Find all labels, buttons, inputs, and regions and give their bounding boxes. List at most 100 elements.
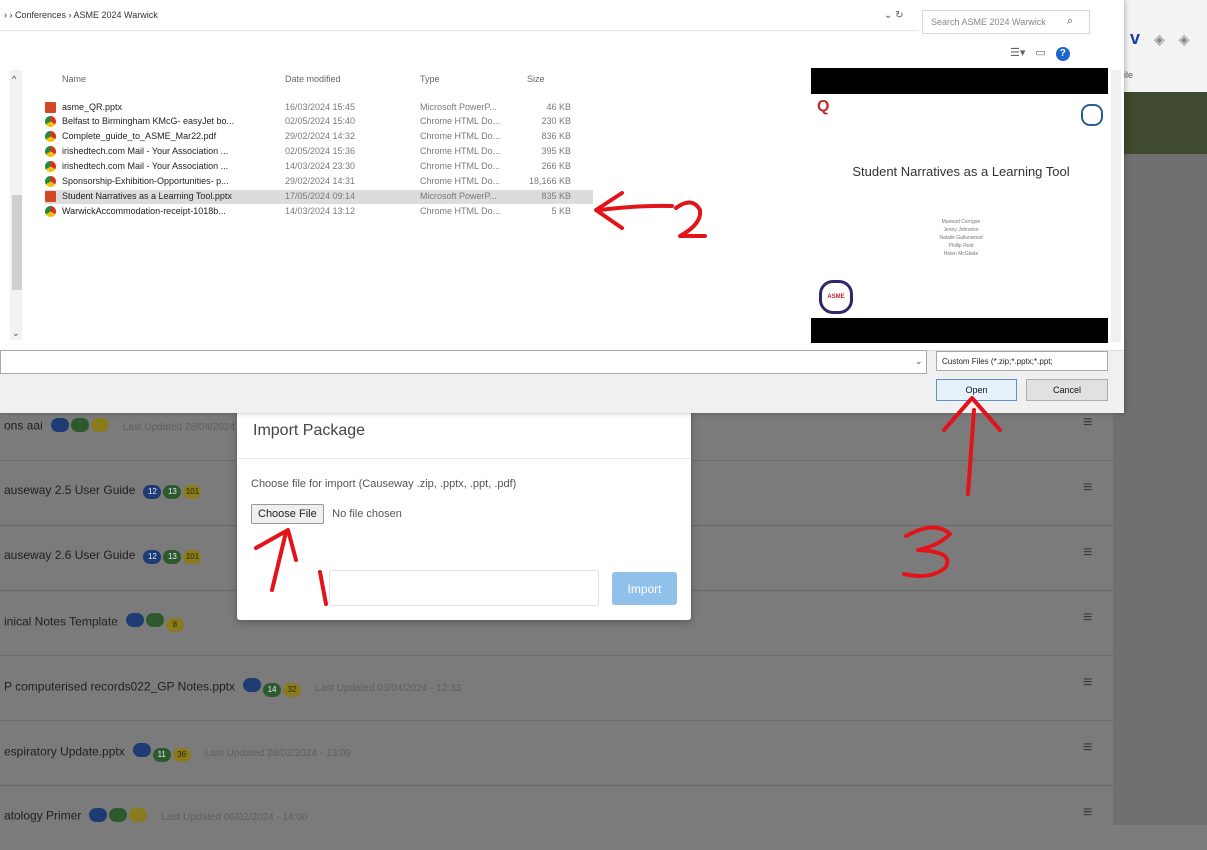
package-title[interactable]: P computerised records022_GP Notes.pptx [4,680,235,694]
modal-title: Import Package [253,422,366,439]
file-row[interactable]: asme_QR.pptx 16/03/2024 15:45 Microsoft Po… [45,101,593,115]
row-menu-icon[interactable]: ≡ [1083,544,1092,562]
extension-icon-2[interactable]: ◈ [1179,31,1190,47]
package-title[interactable]: auseway 2.5 User Guide [4,483,135,497]
file-row[interactable]: Student Narratives as a Learning Tool.pp… [45,190,593,204]
help-icon[interactable]: ? [1055,47,1070,61]
count-badge: 13 [163,485,182,499]
view-options-icon[interactable]: ☰▾ [1010,47,1025,59]
count-badge: 14 [263,683,282,697]
file-type: Chrome HTML Do... [420,161,501,171]
refresh-icon[interactable]: ⌄ ↻ [884,10,904,21]
package-row[interactable]: atology Primer Last Updated 06/02/2024 - … [0,785,1113,850]
preview-scrollbar[interactable] [1111,70,1121,342]
row-menu-icon[interactable]: ≡ [1083,804,1092,822]
scroll-down-icon[interactable]: ⌄ [12,328,20,339]
author-name: Jenny Johnston [943,227,979,233]
count-badge [109,808,128,822]
file-row[interactable]: irishedtech.com Mail - Your Association … [45,145,593,159]
file-date: 17/05/2024 09:14 [285,191,356,201]
background-right-panel [1113,154,1207,825]
file-size: 5 KB [551,206,571,216]
search-input[interactable]: Search ASME 2024 Warwick [931,17,1046,27]
column-header-type[interactable]: Type [420,74,440,84]
scroll-up-icon[interactable]: ^ [12,74,16,84]
vimeo-icon[interactable]: v [1130,28,1140,48]
chrome-icon [45,116,56,127]
file-date: 29/02/2024 14:32 [285,131,356,141]
package-title[interactable]: auseway 2.6 User Guide [4,548,135,562]
file-name: irishedtech.com Mail - Your Association … [62,161,229,171]
row-menu-icon[interactable]: ≡ [1083,674,1092,692]
author-name: Helen McGlade [943,251,979,257]
package-row-content: inical Notes Template 8 [4,613,198,632]
import-instruction: Choose file for import (Causeway .zip, .… [251,478,517,490]
search-icon[interactable]: ⌕ [1067,15,1073,28]
row-menu-icon[interactable]: ≡ [1083,479,1092,497]
cancel-button[interactable]: Cancel [1026,379,1108,401]
file-name: irishedtech.com Mail - Your Association … [62,146,229,156]
column-header-size[interactable]: Size [527,74,545,84]
file-size: 46 KB [546,102,571,112]
extension-icon[interactable]: ◈ [1154,31,1165,47]
file-size: 266 KB [541,161,571,171]
row-menu-icon[interactable]: ≡ [1083,414,1092,432]
count-badge [243,678,262,692]
file-name-input[interactable] [0,350,927,374]
choose-file-button[interactable]: Choose File [251,504,324,524]
file-size: 230 KB [541,116,571,126]
preview-pane-icon[interactable]: ▭ [1035,47,1045,59]
file-row[interactable]: Belfast to Birmingham KMcG- easyJet bo..… [45,115,593,129]
search-box[interactable]: Search ASME 2024 Warwick ⌕ [922,10,1090,34]
import-button[interactable]: Import [612,572,677,605]
package-title[interactable]: espiratory Update.pptx [4,745,125,759]
file-date: 14/03/2024 23:30 [285,161,356,171]
nav-pane-scroll-thumb[interactable] [12,195,22,290]
column-header-name[interactable]: Name [62,74,86,84]
count-badge [132,743,151,757]
author-name: Mairead Corrigan [941,219,981,225]
chrome-icon [45,161,56,172]
author-name: Phillip Reid [948,243,974,249]
package-badges [50,418,111,435]
file-row[interactable]: WarwickAccommodation-receipt-1018b... 14/… [45,205,593,219]
last-updated-text: Last Updated 28/04/2024 [122,421,236,433]
package-row[interactable]: espiratory Update.pptx 11 36 Last Updated 2… [0,720,1113,785]
file-name-dropdown-icon[interactable]: ⌄ [915,356,923,367]
row-menu-icon[interactable]: ≡ [1083,609,1092,627]
file-type-filter[interactable]: Custom Files (*.zip;*.pptx;*.ppt; [936,351,1108,371]
file-row[interactable]: Sponsorship-Exhibition-Opportunities- p.… [45,175,593,189]
count-badge: 12 [143,550,162,564]
preview-authors: Mairead Corrigan Jenny Johnston Natalie Ga… [911,218,1011,258]
open-file-dialog: › › Conferences › ASME 2024 Warwick ⌄ ↻ … [0,0,1124,413]
package-row-content: ons aai Last Updated 28/04/2024 [4,418,235,435]
university-logo: Q [817,98,830,115]
column-header-date[interactable]: Date modified [285,74,341,84]
package-badges: 12 13 101 [143,548,203,564]
file-type: Microsoft PowerP... [420,191,497,201]
package-title[interactable]: atology Primer [4,809,81,823]
package-badges: 14 32 [243,678,303,697]
package-badges: 12 13 101 [143,483,203,499]
browser-extension-icons: v ◈ ◈ [1130,28,1204,49]
asme-logo: ASME [819,280,853,314]
file-name: Complete_guide_to_ASME_Mar22.pdf [62,131,217,141]
preview-slide-title: Student Narratives as a Learning Tool [852,164,1070,179]
count-badge: 36 [172,748,191,762]
file-type: Microsoft PowerP... [420,102,497,112]
row-menu-icon[interactable]: ≡ [1083,739,1092,757]
file-size: 395 KB [541,146,571,156]
file-type: Chrome HTML Do... [420,146,501,156]
import-package-modal: Import Package Choose file for import (C… [237,402,691,620]
breadcrumb[interactable]: › › Conferences › ASME 2024 Warwick [4,10,158,20]
package-row[interactable]: P computerised records022_GP Notes.pptx 1… [0,655,1113,720]
package-name-input[interactable] [329,570,599,606]
package-title[interactable]: inical Notes Template [4,615,118,629]
open-button[interactable]: Open [936,379,1017,401]
preview-black-bar-top [811,68,1108,94]
file-row[interactable]: irishedtech.com Mail - Your Association … [45,160,593,174]
file-type: Chrome HTML Do... [420,116,501,126]
ppt-icon [45,102,56,113]
file-row[interactable]: Complete_guide_to_ASME_Mar22.pdf 29/02/20… [45,130,593,144]
package-title[interactable]: ons aai [4,419,43,433]
